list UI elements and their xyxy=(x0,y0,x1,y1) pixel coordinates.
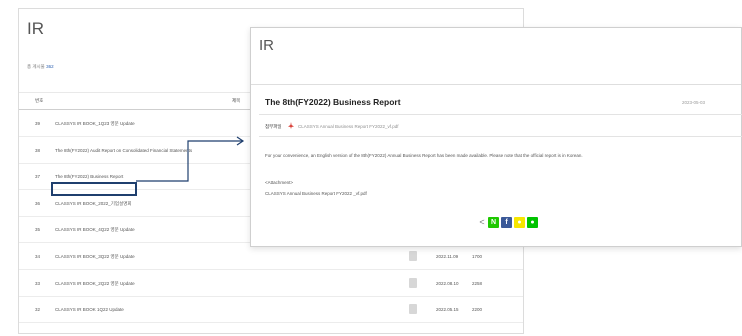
divider xyxy=(251,84,741,85)
file-icon[interactable] xyxy=(409,304,417,315)
row-title: CLASSYS IR BOOK_1Q23 영문 Update xyxy=(55,121,135,126)
row-views: 1700 xyxy=(472,254,483,259)
report-date: 2023-05-03 xyxy=(682,100,706,105)
row-title: The 8th(FY2022) Business Report xyxy=(55,174,124,180)
column-header-no: 번호 xyxy=(35,98,44,103)
column-header-title: 제목 xyxy=(232,98,241,103)
divider xyxy=(259,114,742,115)
table-row[interactable]: 34 CLASSYS IR BOOK_3Q22 영문 Update 2022.11.… xyxy=(19,244,523,270)
pdf-icon xyxy=(288,122,294,129)
share-buttons: < Nf ● ● xyxy=(478,216,538,228)
row-date: 2022.08.10 xyxy=(436,280,459,286)
row-date: 2022.11.09 xyxy=(436,254,459,259)
row-number: 37 xyxy=(35,174,41,180)
divider xyxy=(259,136,742,137)
row-title: CLASSYS IR BOOK_2Q22 영문 Update xyxy=(55,280,135,286)
row-title: CLASSYS IR BOOK_3Q22 영문 Update xyxy=(55,254,135,259)
attachment-heading: <Attachment> xyxy=(265,180,294,185)
attachment-name[interactable]: CLASSYS Annual Business Report FY2022 _v… xyxy=(265,191,367,196)
post-count-label: 총 게시물 xyxy=(27,64,45,69)
post-count: 총 게시물 362 xyxy=(27,64,54,70)
row-title: The 8th(FY2022) Audit Report on Consolid… xyxy=(55,147,193,153)
row-title: CLASSYS IR BOOK 1Q22 Update xyxy=(55,307,124,313)
row-title: CLASSYS IR BOOK_4Q22 영문 Update xyxy=(55,227,135,233)
row-views: 2200 xyxy=(472,307,483,313)
post-count-value: 362 xyxy=(46,64,54,69)
row-number: 35 xyxy=(35,227,41,233)
attachment-label: 첨부파일 xyxy=(265,124,282,129)
row-number: 34 xyxy=(35,254,41,259)
share-icon[interactable]: < xyxy=(478,217,486,227)
ir-list-title: IR xyxy=(27,19,44,38)
table-row[interactable]: 32 CLASSYS IR BOOK 1Q22 Update 2022.05.15 2… xyxy=(19,297,523,324)
file-icon[interactable] xyxy=(409,277,417,288)
report-title: The 8th(FY2022) Business Report xyxy=(265,97,401,107)
row-number: 36 xyxy=(35,200,41,206)
line-icon[interactable]: ● xyxy=(527,216,538,228)
attachment-file-link[interactable]: CLASSYS Annual Business Report FY2022_vf… xyxy=(298,124,399,129)
naver-icon[interactable]: N xyxy=(488,216,499,228)
row-title: CLASSYS IR BOOK_2022_기업설명회 xyxy=(55,200,132,206)
row-views: 2258 xyxy=(472,280,483,286)
row-number: 39 xyxy=(35,121,41,126)
report-detail-window: IR The 8th(FY2022) Business Report 2023-… xyxy=(250,27,742,247)
file-icon[interactable] xyxy=(409,251,417,261)
row-number: 33 xyxy=(35,280,41,286)
table-row[interactable]: 33 CLASSYS IR BOOK_2Q22 영문 Update 2022.08.… xyxy=(19,271,523,297)
highlighted-row-frame xyxy=(51,182,137,196)
row-date: 2022.05.15 xyxy=(436,307,459,313)
report-body-text: For your convenience, an English version… xyxy=(265,153,583,158)
kakao-icon[interactable]: ● xyxy=(514,216,525,228)
facebook-icon[interactable]: f xyxy=(501,216,512,228)
row-number: 38 xyxy=(35,147,41,153)
row-number: 32 xyxy=(35,307,41,313)
report-window-title: IR xyxy=(259,37,274,54)
